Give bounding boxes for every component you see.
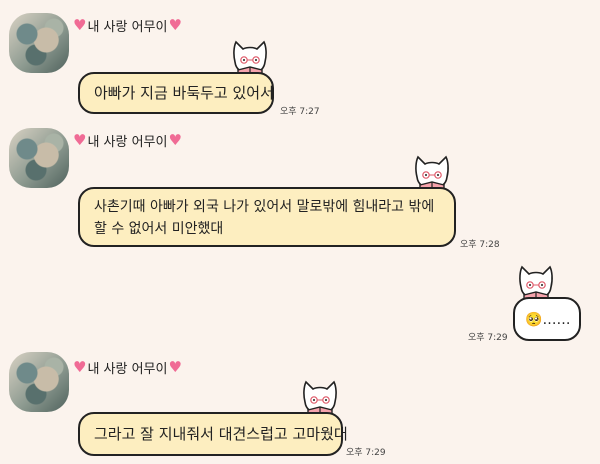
message-bubble[interactable]: 사촌기때 아빠가 외국 나가 있어서 말로밖에 힘내라고 밖에 할 수 없어서 … xyxy=(78,187,456,247)
heart-icon: ♥ xyxy=(73,358,87,376)
heart-icon: ♥ xyxy=(168,131,182,149)
sender-avatar[interactable] xyxy=(9,13,69,73)
sender-avatar[interactable] xyxy=(9,128,69,188)
sender-avatar[interactable] xyxy=(9,352,69,412)
message-time: 오후 7:27 xyxy=(280,107,320,117)
message-text: …… xyxy=(542,312,571,328)
pleading-face-emoji: 🥺 xyxy=(525,312,543,328)
message-text: 아빠가 지금 바둑두고 있어서 xyxy=(94,84,274,102)
heart-icon: ♥ xyxy=(168,358,182,376)
message-bubble-sent[interactable]: 🥺…… xyxy=(513,297,581,341)
message-time: 오후 7:29 xyxy=(468,333,508,343)
message-bubble[interactable]: 그라고 잘 지내줘서 대견스럽고 고마웠대 xyxy=(78,412,348,456)
heart-icon: ♥ xyxy=(73,131,87,149)
sender-name: ♥ 내 사랑 어무이 ♥ xyxy=(73,131,182,151)
sender-name: ♥ 내 사랑 어무이 ♥ xyxy=(73,16,182,36)
message-text: 할 수 없어서 미안했대 xyxy=(94,221,224,237)
message-text: 사촌기때 아빠가 외국 나가 있어서 말로밖에 힘내라고 밖에 xyxy=(94,199,435,215)
message-text: 그라고 잘 지내줘서 대견스럽고 고마웠대 xyxy=(94,425,348,443)
heart-icon: ♥ xyxy=(168,16,182,34)
sender-name: ♥ 내 사랑 어무이 ♥ xyxy=(73,358,182,378)
message-time: 오후 7:28 xyxy=(460,240,500,250)
message-time: 오후 7:29 xyxy=(346,448,386,458)
heart-icon: ♥ xyxy=(73,16,87,34)
message-bubble[interactable]: 아빠가 지금 바둑두고 있어서 xyxy=(78,72,274,114)
